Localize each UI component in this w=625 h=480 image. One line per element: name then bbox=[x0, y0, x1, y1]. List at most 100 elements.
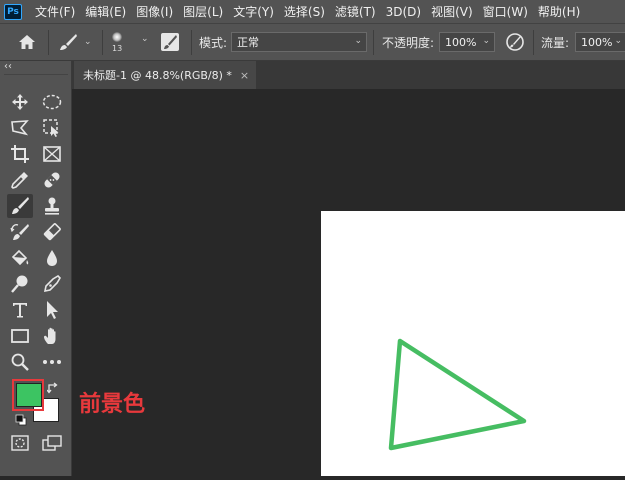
healing-brush-tool[interactable] bbox=[39, 168, 65, 192]
close-icon[interactable]: × bbox=[240, 69, 249, 82]
zoom-tool[interactable] bbox=[7, 350, 33, 374]
chevron-down-icon: ⌄ bbox=[614, 36, 622, 46]
mode-label: 模式: bbox=[199, 35, 228, 50]
options-bar: ⌄ 13 ⌄ 模式: 正常 ⌄ 不透明度: 100% ⌄ 流量: 100% ⌄ bbox=[0, 23, 625, 61]
chevron-down-icon[interactable]: ⌄ bbox=[141, 34, 149, 44]
lasso-tool[interactable] bbox=[7, 116, 33, 140]
menu-type[interactable]: 文字(Y) bbox=[228, 3, 279, 20]
home-icon bbox=[19, 35, 35, 49]
home-button[interactable] bbox=[18, 24, 36, 60]
marquee-tool[interactable] bbox=[39, 90, 65, 114]
object-selection-icon bbox=[43, 119, 59, 137]
document-tab-title: 未标题-1 @ 48.8%(RGB/8) * bbox=[83, 69, 232, 82]
magnifier-icon bbox=[11, 353, 29, 371]
menu-help[interactable]: 帮助(H) bbox=[533, 3, 585, 20]
document-tab-bar: 未标题-1 @ 48.8%(RGB/8) * × bbox=[72, 61, 625, 89]
screen-mode-icon bbox=[42, 435, 62, 451]
bandage-icon bbox=[44, 172, 60, 188]
menu-window[interactable]: 窗口(W) bbox=[478, 3, 533, 20]
panel-grip[interactable] bbox=[4, 74, 68, 75]
brush-settings-icon bbox=[161, 33, 179, 51]
dodge-tool[interactable] bbox=[7, 272, 33, 296]
photoshop-logo: Ps bbox=[4, 3, 22, 20]
chevron-down-icon: ⌄ bbox=[84, 37, 92, 47]
collapse-panel-icon[interactable]: ‹‹ bbox=[4, 61, 12, 72]
eraser-tool[interactable] bbox=[39, 220, 65, 244]
screen-mode-button[interactable] bbox=[39, 431, 65, 455]
brush-icon bbox=[60, 34, 77, 50]
clone-stamp-tool[interactable] bbox=[39, 194, 65, 218]
brush-size-value: 13 bbox=[112, 43, 123, 53]
edit-toolbar-button[interactable] bbox=[39, 350, 65, 374]
menu-select[interactable]: 选择(S) bbox=[279, 3, 330, 20]
eraser-icon bbox=[43, 223, 61, 241]
path-selection-tool[interactable] bbox=[39, 298, 65, 322]
crop-tool[interactable] bbox=[7, 142, 33, 166]
mode-select[interactable]: 正常 ⌄ bbox=[231, 32, 367, 52]
frame-icon bbox=[43, 146, 61, 162]
pen-nib-icon bbox=[43, 274, 62, 293]
mode-value: 正常 bbox=[237, 36, 259, 49]
foreground-highlight-box bbox=[12, 379, 44, 411]
canvas-area[interactable] bbox=[72, 89, 625, 476]
paint-bucket-icon bbox=[11, 249, 29, 266]
polygonal-lasso-icon bbox=[11, 120, 29, 136]
move-icon bbox=[12, 94, 28, 110]
opacity-value: 100% bbox=[445, 35, 477, 49]
menu-view[interactable]: 视图(V) bbox=[426, 3, 478, 20]
quick-mask-button[interactable] bbox=[7, 431, 33, 455]
menu-filter[interactable]: 滤镜(T) bbox=[330, 3, 381, 20]
stamp-icon bbox=[45, 197, 59, 215]
hand-icon bbox=[44, 327, 56, 344]
brush-tool[interactable] bbox=[7, 194, 33, 218]
water-drop-icon bbox=[47, 250, 57, 266]
blur-tool[interactable] bbox=[39, 246, 65, 270]
chevron-down-icon: ⌄ bbox=[354, 36, 362, 46]
brush-icon bbox=[12, 197, 29, 214]
document-tab[interactable]: 未标题-1 @ 48.8%(RGB/8) * × bbox=[74, 61, 256, 89]
dodge-icon bbox=[11, 275, 28, 293]
hand-tool[interactable] bbox=[39, 324, 65, 348]
pen-tool[interactable] bbox=[39, 272, 65, 296]
opacity-input[interactable]: 100% ⌄ bbox=[439, 32, 495, 52]
flow-input[interactable]: 100% ⌄ bbox=[575, 32, 625, 52]
eyedropper-icon bbox=[11, 172, 28, 189]
brush-size-picker[interactable]: 13 bbox=[112, 24, 122, 60]
more-dots-icon bbox=[43, 360, 61, 364]
elliptical-marquee-icon bbox=[42, 94, 62, 110]
menu-image[interactable]: 图像(I) bbox=[131, 3, 178, 20]
brush-settings-toggle[interactable] bbox=[160, 24, 180, 60]
swap-colors-icon[interactable] bbox=[47, 382, 59, 394]
menu-3d[interactable]: 3D(D) bbox=[381, 5, 426, 19]
pen-pressure-icon bbox=[506, 33, 524, 51]
paint-bucket-tool[interactable] bbox=[7, 246, 33, 270]
flow-label: 流量: bbox=[541, 35, 570, 50]
history-brush-tool[interactable] bbox=[7, 220, 33, 244]
menu-file[interactable]: 文件(F) bbox=[30, 3, 80, 20]
type-icon bbox=[13, 303, 27, 318]
opacity-label: 不透明度: bbox=[382, 35, 435, 50]
document-canvas[interactable] bbox=[321, 211, 625, 476]
rectangle-icon bbox=[11, 329, 29, 343]
chevron-down-icon: ⌄ bbox=[482, 36, 490, 46]
eyedropper-tool[interactable] bbox=[7, 168, 33, 192]
rectangle-tool[interactable] bbox=[7, 324, 33, 348]
quick-mask-icon bbox=[11, 435, 29, 451]
frame-tool[interactable] bbox=[39, 142, 65, 166]
object-selection-tool[interactable] bbox=[39, 116, 65, 140]
flow-value: 100% bbox=[581, 35, 613, 49]
menu-edit[interactable]: 编辑(E) bbox=[80, 3, 131, 20]
history-brush-icon bbox=[10, 224, 29, 240]
pressure-opacity-toggle[interactable] bbox=[505, 24, 525, 60]
foreground-color-annotation: 前景色 bbox=[79, 392, 146, 417]
menu-layer[interactable]: 图层(L) bbox=[178, 3, 228, 20]
menu-bar: Ps 文件(F) 编辑(E) 图像(I) 图层(L) 文字(Y) 选择(S) 滤… bbox=[0, 0, 625, 23]
default-colors-icon[interactable] bbox=[15, 414, 27, 426]
brush-tip-icon bbox=[112, 31, 123, 42]
move-tool[interactable] bbox=[7, 90, 33, 114]
arrow-cursor-icon bbox=[47, 301, 58, 319]
type-tool[interactable] bbox=[7, 298, 33, 322]
triangle-stroke-drawing bbox=[388, 338, 527, 451]
crop-icon bbox=[11, 145, 29, 163]
brush-preset-button[interactable]: ⌄ bbox=[58, 24, 92, 60]
